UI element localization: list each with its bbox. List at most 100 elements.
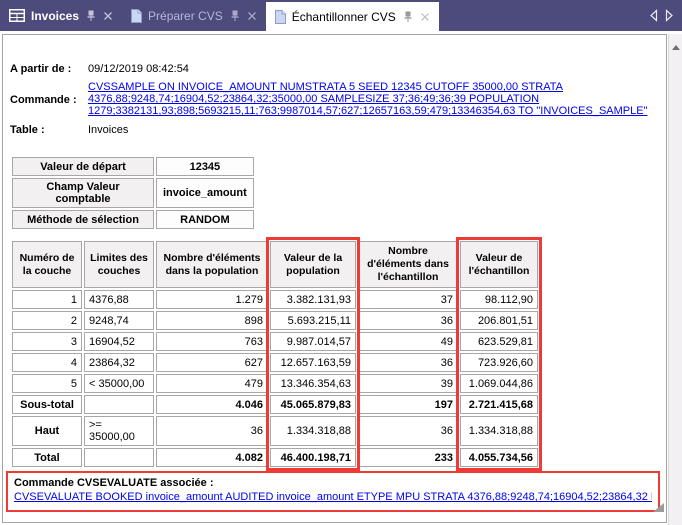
- params-row: Champ Valeur comptableinvoice_amount: [12, 178, 254, 208]
- table-row: Total4.08246.400.198,712334.055.734,56: [12, 448, 538, 467]
- table-cell: Sous-total: [12, 395, 82, 414]
- cvsevaluate-highlight-box: Commande CVSEVALUATE associée : CVSEVALU…: [6, 471, 660, 512]
- table-cell: 233: [358, 448, 458, 467]
- close-icon[interactable]: [420, 12, 430, 22]
- param-value: invoice_amount: [156, 178, 254, 208]
- table-cell: 36: [156, 416, 268, 446]
- pin-icon[interactable]: [229, 10, 241, 22]
- tab-label: Préparer CVS: [148, 9, 223, 23]
- tab-echantillonner-cvs[interactable]: Échantillonner CVS: [266, 2, 439, 31]
- table-cell: 1.334.318,88: [460, 416, 538, 446]
- table-value: Invoices: [88, 124, 128, 136]
- table-cell: 1.334.318,88: [270, 416, 356, 446]
- tab-scroll-nav: [649, 0, 682, 31]
- command-label: Commande :: [10, 94, 77, 106]
- table-cell: < 35000,00: [84, 374, 154, 393]
- table-cell: 206.801,51: [460, 311, 538, 330]
- table-cell: 3.382.131,93: [270, 290, 356, 309]
- table-cell: 98.112,90: [460, 290, 538, 309]
- tab-bar: Invoices Préparer CVS Échantillonner CVS: [0, 0, 682, 31]
- table-cell: 4376,88: [84, 290, 154, 309]
- table-cell: Total: [12, 448, 82, 467]
- close-icon[interactable]: [103, 11, 113, 21]
- tab-label: Invoices: [31, 9, 79, 23]
- table-cell: 898: [156, 311, 268, 330]
- cvssample-command-link[interactable]: CVSSAMPLE ON INVOICE_AMOUNT NUMSTRATA 5 …: [88, 81, 648, 93]
- table-cell: 4.046: [156, 395, 268, 414]
- table-icon: [9, 9, 25, 22]
- table-cell: 4: [12, 353, 82, 372]
- table-cell: Haut: [12, 416, 82, 446]
- pin-icon[interactable]: [85, 10, 97, 22]
- column-header: Nombre d'éléments dans la population: [156, 241, 268, 288]
- cvsevaluate-title: Commande CVSEVALUATE associée :: [14, 477, 652, 489]
- table-cell: 1: [12, 290, 82, 309]
- table-cell: 197: [358, 395, 458, 414]
- table-cell: 46.400.198,71: [270, 448, 356, 467]
- table-cell: 623.529,81: [460, 332, 538, 351]
- table-cell: 763: [156, 332, 268, 351]
- param-label: Méthode de sélection: [12, 210, 154, 229]
- table-cell: 49: [358, 332, 458, 351]
- tab-invoices[interactable]: Invoices: [0, 0, 122, 31]
- report-pane: A partir de : 09/12/2019 08:42:54 Comman…: [2, 34, 667, 523]
- table-cell: 1.069.044,86: [460, 374, 538, 393]
- table-cell: 36: [358, 416, 458, 446]
- table-cell: 2: [12, 311, 82, 330]
- table-cell: 5.693.215,11: [270, 311, 356, 330]
- table-row: Haut>= 35000,00361.334.318,88361.334.318…: [12, 416, 538, 446]
- tab-label: Échantillonner CVS: [292, 10, 396, 24]
- document-icon: [131, 9, 142, 23]
- scroll-up-button[interactable]: [669, 40, 682, 54]
- column-header: Valeur de l'échantillon: [460, 241, 538, 288]
- table-cell: 45.065.879,83: [270, 395, 356, 414]
- pin-icon[interactable]: [402, 11, 414, 23]
- table-row: 316904,527639.987.014,5749623.529,81: [12, 332, 538, 351]
- param-label: Valeur de départ: [12, 157, 154, 176]
- column-header: Limites des couches: [84, 241, 154, 288]
- table-cell: 479: [156, 374, 268, 393]
- scroll-up-arrow-icon: [672, 45, 680, 50]
- table-cell: 13.346.354,63: [270, 374, 356, 393]
- cvsevaluate-command-link[interactable]: CVSEVALUATE BOOKED invoice_amount AUDITE…: [14, 491, 652, 503]
- table-cell: 1.279: [156, 290, 268, 309]
- column-header: Numéro de la couche: [12, 241, 82, 288]
- table-cell: 12.657.163,59: [270, 353, 356, 372]
- column-header: Nombre d'éléments dans l'échantillon: [358, 241, 458, 288]
- column-header: Valeur de la population: [270, 241, 356, 288]
- scroll-tabs-right-icon[interactable]: [665, 9, 674, 22]
- resize-grip[interactable]: [653, 503, 664, 512]
- table-cell: 627: [156, 353, 268, 372]
- params-row: Méthode de sélectionRANDOM: [12, 210, 254, 229]
- from-label: A partir de :: [10, 63, 71, 75]
- param-value: RANDOM: [156, 210, 254, 229]
- table-cell: 16904,52: [84, 332, 154, 351]
- table-row: 423864,3262712.657.163,5936723.926,60: [12, 353, 538, 372]
- table-cell: 4.055.734,56: [460, 448, 538, 467]
- sampling-params-table: Valeur de départ12345Champ Valeur compta…: [10, 155, 256, 231]
- table-row: 29248,748985.693.215,1136206.801,51: [12, 311, 538, 330]
- table-cell: 723.926,60: [460, 353, 538, 372]
- tab-preparer-cvs[interactable]: Préparer CVS: [122, 0, 266, 31]
- vertical-scrollbar[interactable]: [668, 34, 682, 525]
- table-cell: 9248,74: [84, 311, 154, 330]
- table-cell: [84, 395, 154, 414]
- scroll-tabs-left-icon[interactable]: [649, 9, 658, 22]
- document-icon: [275, 10, 286, 24]
- table-cell: 5: [12, 374, 82, 393]
- table-cell: 2.721.415,68: [460, 395, 538, 414]
- params-row: Valeur de départ12345: [12, 157, 254, 176]
- table-row: Sous-total 4.04645.065.879,831972.721.415…: [12, 395, 538, 414]
- close-icon[interactable]: [247, 11, 257, 21]
- param-value: 12345: [156, 157, 254, 176]
- table-row: 14376,881.2793.382.131,933798.112,90: [12, 290, 538, 309]
- table-cell: 3: [12, 332, 82, 351]
- table-cell: 36: [358, 353, 458, 372]
- table-cell: 23864,32: [84, 353, 154, 372]
- strata-results-table: Numéro de la coucheLimites des couchesNo…: [10, 239, 540, 469]
- cvssample-command-link[interactable]: 1279;3382131,93;898;5693215,11;763;99870…: [88, 105, 648, 117]
- cvssample-command-link[interactable]: 4376,88;9248,74;16904,52;23864,32;35000,…: [88, 93, 648, 105]
- table-cell: 9.987.014,57: [270, 332, 356, 351]
- param-label: Champ Valeur comptable: [12, 178, 154, 208]
- table-cell: >= 35000,00: [84, 416, 154, 446]
